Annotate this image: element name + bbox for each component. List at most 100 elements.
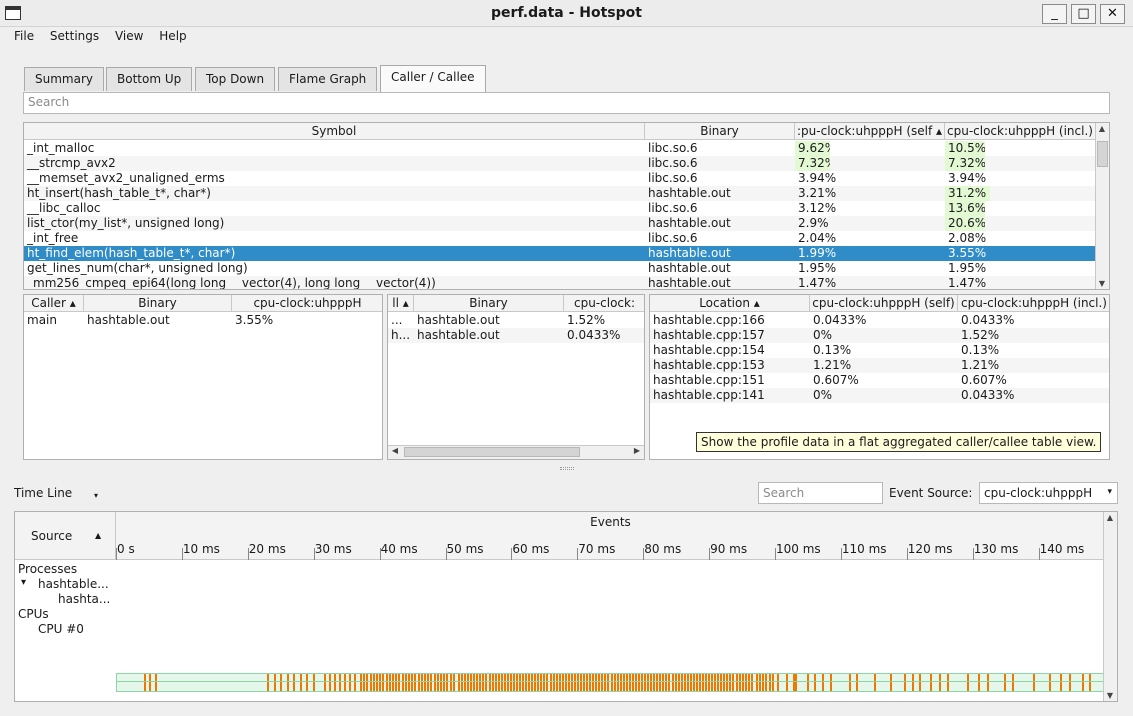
column-header-callee-cpu[interactable]: cpu-clock: [564, 295, 644, 312]
column-header-caller-binary[interactable]: Binary [84, 295, 232, 312]
event-marker [807, 682, 809, 691]
timeline-search-input[interactable]: Search [758, 482, 883, 504]
menu-file[interactable]: File [14, 29, 34, 43]
table-row[interactable]: hashtable.cpp:154 0.13% 0.13% [650, 343, 1109, 358]
table-row[interactable]: __libc_calloc libc.so.6 3.12% 13.6% [24, 201, 1096, 216]
tree-item[interactable]: CPU #0 [38, 622, 116, 637]
event-marker [668, 682, 670, 691]
event-marker [756, 682, 758, 691]
menu-view[interactable]: View [115, 29, 143, 43]
column-header-location-incl[interactable]: cpu-clock:uhpppH (incl.) [958, 295, 1109, 312]
tab-summary[interactable]: Summary [24, 67, 104, 91]
table-cell: 13.6% [945, 201, 985, 216]
time-tick-label: 20 ms [248, 542, 286, 556]
tree-item[interactable]: CPUs [18, 607, 116, 622]
table-row[interactable]: __memset_avx2_unaligned_erms libc.so.6 3.9… [24, 171, 1096, 186]
event-marker [662, 682, 664, 691]
source-header[interactable]: Source ▲ [15, 512, 116, 560]
table-row[interactable]: ... hashtable.out 1.52% [388, 313, 644, 328]
menu-help[interactable]: Help [159, 29, 186, 43]
tab-caller-callee[interactable]: Caller / Callee [380, 65, 486, 92]
column-header-symbol[interactable]: Symbol [24, 123, 645, 140]
event-marker [395, 682, 397, 691]
time-tick-mark [313, 548, 315, 560]
table-row[interactable]: ht_find_elem(hash_table_t*, char*) hashta… [24, 246, 1096, 261]
table-row[interactable]: get_lines_num(char*, unsigned long) hasht… [24, 261, 1096, 276]
table-row[interactable]: hashtable.cpp:153 1.21% 1.21% [650, 358, 1109, 373]
tree-item[interactable]: hashta... [58, 592, 116, 607]
event-marker [693, 682, 695, 691]
column-header-location[interactable]: Location ▴ [650, 295, 810, 312]
timeline-vertical-scrollbar[interactable]: ▲ ▼ [1103, 512, 1117, 701]
event-marker [516, 682, 518, 691]
scrollbar-thumb[interactable] [1097, 141, 1108, 167]
table-row[interactable]: _mm256_cmpeq_epi64(long long __vector(4)… [24, 276, 1096, 290]
event-marker [339, 682, 341, 691]
column-header-location-self[interactable]: cpu-clock:uhpppH (self) [810, 295, 958, 312]
table-row[interactable]: hashtable.cpp:141 0% 0.0433% [650, 388, 1109, 403]
timeline-label: Time Line [14, 486, 73, 500]
table-row[interactable]: hashtable.cpp:157 0% 1.52% [650, 328, 1109, 343]
table-cell: 3.55% [948, 246, 987, 260]
table-row[interactable]: hashtable.cpp:166 0.0433% 0.0433% [650, 313, 1109, 328]
table-cell: libc.so.6 [648, 231, 698, 245]
table-row[interactable]: main hashtable.out 3.55% [24, 313, 382, 328]
tree-item[interactable]: Processes [18, 562, 116, 577]
tree-item[interactable]: hashtable... [38, 577, 116, 592]
column-header-callee-binary[interactable]: Binary [414, 295, 564, 312]
table-cell: 1.47% [948, 276, 987, 290]
table-row[interactable]: _int_malloc libc.so.6 9.62% 10.5% [24, 141, 1096, 156]
event-marker [723, 682, 725, 691]
callee-table[interactable]: ll ▴ Binary cpu-clock: ... hashtable.out 1… [387, 294, 645, 460]
maximize-button[interactable]: □ [1071, 4, 1096, 24]
horizontal-scrollbar[interactable]: ◀ ▶ [388, 445, 644, 459]
time-tick-mark [181, 548, 183, 560]
column-header-binary[interactable]: Binary [645, 123, 795, 140]
timeline-view[interactable]: Source ▲ Events 0 s 10 ms 20 ms 30 ms 40 ms 5… [14, 511, 1118, 702]
splitter-handle[interactable] [560, 467, 574, 470]
column-header-caller-cpu[interactable]: cpu-clock:uhpppH [232, 295, 382, 312]
tab-bottom-up[interactable]: Bottom Up [106, 67, 193, 91]
search-input[interactable]: Search [23, 92, 1110, 114]
vertical-scrollbar[interactable]: ▲ ▼ [1095, 123, 1109, 289]
caller-table[interactable]: Caller ▴ Binary cpu-clock:uhpppH main has… [23, 294, 383, 460]
event-marker [641, 682, 643, 691]
table-row[interactable]: ht_insert(hash_table_t*, char*) hashtable… [24, 186, 1096, 201]
tab-flame-graph[interactable]: Flame Graph [278, 67, 378, 91]
h-scrollbar-thumb[interactable] [404, 447, 580, 457]
scroll-up-icon[interactable]: ▲ [1096, 124, 1108, 133]
event-marker [580, 682, 582, 691]
scroll-left-icon[interactable]: ◀ [389, 446, 401, 455]
column-header-caller[interactable]: Caller ▴ [24, 295, 84, 312]
event-marker [678, 682, 680, 691]
close-button[interactable]: ✕ [1100, 4, 1125, 24]
column-header-incl[interactable]: cpu-clock:uhpppH (incl.) [945, 123, 1096, 140]
event-marker [467, 682, 469, 691]
scroll-down-icon[interactable]: ▼ [1096, 279, 1108, 288]
timeline-scroll-down-icon[interactable]: ▼ [1104, 691, 1116, 700]
table-row[interactable]: h... hashtable.out 0.0433% [388, 328, 644, 343]
table-cell: __strcmp_avx2 [27, 156, 116, 170]
scroll-right-icon[interactable]: ▶ [631, 446, 643, 455]
table-cell: 31.2% [945, 186, 990, 201]
timeline-scroll-up-icon[interactable]: ▲ [1104, 513, 1116, 522]
menu-settings[interactable]: Settings [50, 29, 99, 43]
table-row[interactable]: _int_free libc.so.6 2.04% 2.08% [24, 231, 1096, 246]
event-marker [705, 682, 707, 691]
table-row[interactable]: hashtable.cpp:151 0.607% 0.607% [650, 373, 1109, 388]
event-source-select[interactable]: cpu-clock:uhpppH ▾ [979, 482, 1118, 504]
timeline-collapse-icon[interactable]: ▾ [94, 491, 98, 500]
column-header-callee[interactable]: ll ▴ [388, 295, 414, 312]
tab-top-down[interactable]: Top Down [195, 67, 276, 91]
time-tick-mark [247, 548, 249, 560]
column-header-self[interactable]: :pu-clock:uhpppH (self ▴ [795, 123, 945, 140]
expand-arrow-icon[interactable]: ▾ [21, 577, 26, 588]
table-row[interactable]: __strcmp_avx2 libc.so.6 7.32% 7.32% [24, 156, 1096, 171]
minimize-button[interactable]: _ [1042, 4, 1067, 24]
sort-asc-icon: ▲ [95, 531, 102, 540]
event-marker [617, 682, 619, 691]
symbol-table[interactable]: Symbol Binary :pu-clock:uhpppH (self ▴ c… [23, 122, 1110, 290]
event-marker [659, 682, 661, 691]
event-track[interactable] [116, 681, 1105, 692]
table-row[interactable]: list_ctor(my_list*, unsigned long) hashta… [24, 216, 1096, 231]
